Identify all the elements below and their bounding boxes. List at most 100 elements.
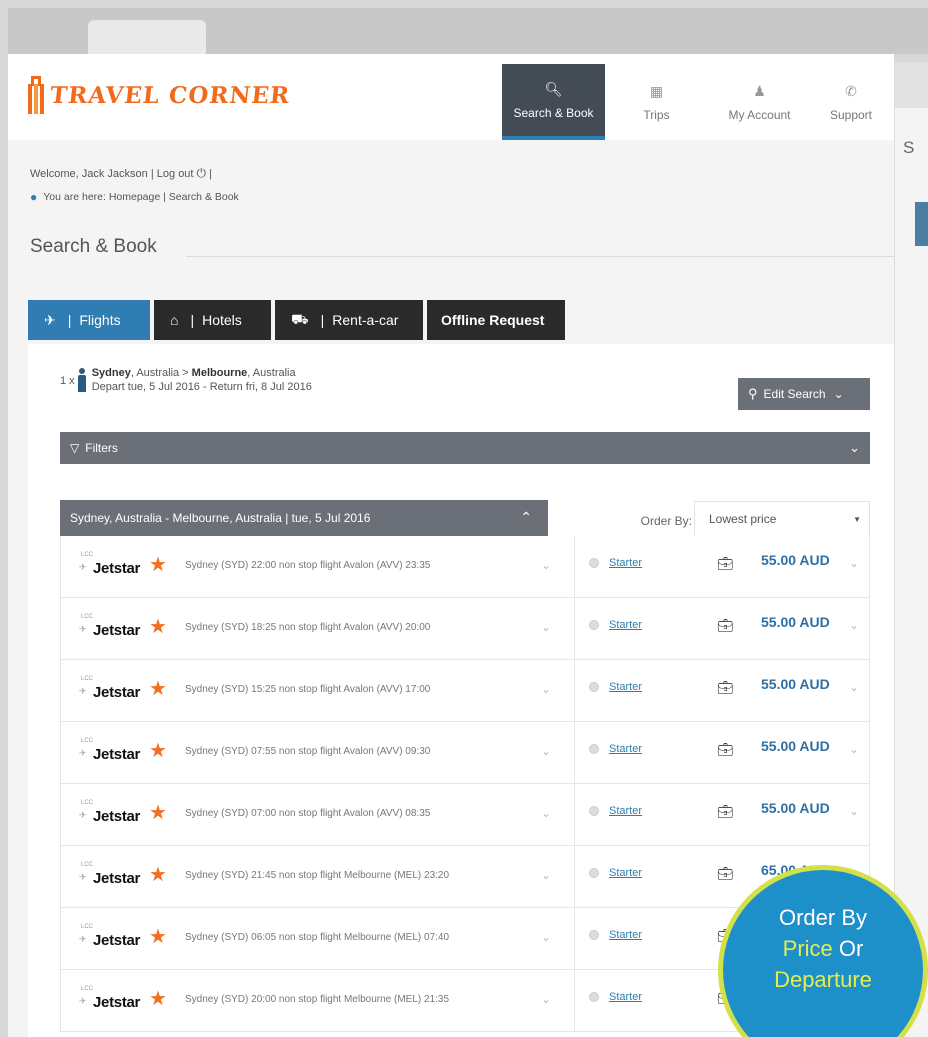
side-panel: S: [894, 62, 928, 1037]
filters-label: Filters: [85, 441, 118, 455]
chevron-down-icon[interactable]: ⌄: [849, 440, 860, 456]
lcc-label: LCC: [81, 924, 94, 930]
chevron-down-icon[interactable]: ⌄: [541, 558, 551, 572]
trip-dates: Depart tue, 5 Jul 2016 - Return fri, 8 J…: [91, 381, 312, 393]
chevron-down-icon[interactable]: ⌄: [541, 806, 551, 820]
nav-search-book[interactable]: 🔍︎ Search & Book: [502, 64, 605, 140]
fare-link[interactable]: Starter: [609, 867, 642, 879]
side-panel-letter: S: [903, 138, 915, 157]
tab-rent-a-car[interactable]: ⛟ | Rent-a-car: [275, 300, 423, 340]
chevron-down-icon[interactable]: ⌄: [849, 618, 859, 632]
star-icon: ★: [149, 864, 167, 886]
chevron-down-icon[interactable]: ⌄: [541, 744, 551, 758]
edit-search-button[interactable]: ⚲ Edit Search ⌄: [738, 378, 870, 410]
airline-name: Jetstar: [93, 560, 141, 577]
star-icon: ★: [149, 554, 167, 576]
price: 55.00 AUD: [761, 614, 830, 630]
browser-tab[interactable]: [88, 20, 206, 54]
car-icon: ⛟: [291, 310, 309, 327]
side-panel-button[interactable]: [915, 202, 928, 246]
fare-radio[interactable]: [589, 744, 599, 754]
chevron-down-icon[interactable]: ⌄: [849, 556, 859, 570]
fare-link[interactable]: Starter: [609, 991, 642, 1003]
fare-link[interactable]: Starter: [609, 805, 642, 817]
jetstar-logo: LCC ✈ Jetstar ★: [79, 800, 169, 830]
breadcrumb-text[interactable]: You are here: Homepage | Search & Book: [43, 191, 239, 203]
leg-header[interactable]: Sydney, Australia - Melbourne, Australia…: [60, 500, 548, 536]
fare-radio[interactable]: [589, 930, 599, 940]
logo[interactable]: TRAVEL CORNER: [28, 76, 292, 114]
fare-radio[interactable]: [589, 992, 599, 1002]
phone-icon: ✆: [845, 82, 857, 99]
to-city: Melbourne: [191, 367, 248, 379]
tab-label: Flights: [79, 312, 121, 328]
tab-hotels[interactable]: ⌂ | Hotels: [154, 300, 271, 340]
logout-link[interactable]: Log out: [157, 168, 194, 180]
fare-radio[interactable]: [589, 806, 599, 816]
search-icon: 🔍︎: [544, 80, 563, 97]
power-icon[interactable]: ⏻: [197, 166, 207, 180]
chevron-down-icon[interactable]: ⌄: [541, 930, 551, 944]
filters-bar[interactable]: ▽ Filters ⌄: [60, 432, 870, 464]
baggage-icon: 💼︎: [717, 866, 734, 881]
tab-flights[interactable]: ✈ | Flights: [28, 300, 150, 340]
chevron-down-icon[interactable]: ⌄: [849, 680, 859, 694]
flight-summary[interactable]: LCC ✈ Jetstar ★ Sydney (SYD) 07:00 non stop …: [61, 784, 575, 845]
fare-link[interactable]: Starter: [609, 681, 642, 693]
chevron-down-icon[interactable]: ⌄: [541, 868, 551, 882]
jetstar-logo: LCC ✈ Jetstar ★: [79, 552, 169, 582]
fare-radio[interactable]: [589, 620, 599, 630]
flight-summary[interactable]: LCC ✈ Jetstar ★ Sydney (SYD) 06:05 non stop …: [61, 908, 575, 969]
welcome-text: Welcome, Jack Jackson: [30, 168, 148, 180]
baggage-icon: 💼︎: [717, 618, 734, 633]
flight-row[interactable]: LCC ✈ Jetstar ★ Sydney (SYD) 22:00 non stop …: [60, 536, 870, 598]
flight-summary[interactable]: LCC ✈ Jetstar ★ Sydney (SYD) 22:00 non stop …: [61, 536, 575, 597]
chevron-up-icon[interactable]: ⌃: [520, 509, 532, 526]
order-by-select[interactable]: Lowest price ▼: [694, 501, 870, 537]
chevron-down-icon[interactable]: ⌄: [541, 620, 551, 634]
fare-link[interactable]: Starter: [609, 557, 642, 569]
star-icon: ★: [149, 926, 167, 948]
flight-summary[interactable]: LCC ✈ Jetstar ★ Sydney (SYD) 07:55 non stop …: [61, 722, 575, 783]
fare-radio[interactable]: [589, 682, 599, 692]
flight-row[interactable]: LCC ✈ Jetstar ★ Sydney (SYD) 07:00 non stop …: [60, 784, 870, 846]
filter-icon: ▽: [70, 441, 80, 455]
airline-name: Jetstar: [93, 808, 141, 825]
nav-trips[interactable]: ▦ Trips: [605, 64, 708, 140]
breadcrumb: ● You are here: Homepage | Search & Book: [30, 190, 239, 204]
tab-offline-request[interactable]: Offline Request: [427, 300, 565, 340]
star-icon: ★: [149, 678, 167, 700]
callout-departure: Departure: [774, 967, 872, 992]
plane-icon: ✈: [79, 996, 87, 1006]
flight-summary[interactable]: LCC ✈ Jetstar ★ Sydney (SYD) 18:25 non stop …: [61, 598, 575, 659]
fare-link[interactable]: Starter: [609, 619, 642, 631]
price: 55.00 AUD: [761, 738, 830, 754]
plane-icon: ✈: [79, 934, 87, 944]
fare-radio[interactable]: [589, 868, 599, 878]
flight-summary[interactable]: LCC ✈ Jetstar ★ Sydney (SYD) 15:25 non stop …: [61, 660, 575, 721]
fare-link[interactable]: Starter: [609, 929, 642, 941]
flight-info: Sydney (SYD) 07:00 non stop flight Avalo…: [185, 808, 431, 819]
nav-my-account[interactable]: ♟ My Account: [708, 64, 811, 140]
flight-summary[interactable]: LCC ✈ Jetstar ★ Sydney (SYD) 20:00 non stop …: [61, 970, 575, 1031]
flight-summary[interactable]: LCC ✈ Jetstar ★ Sydney (SYD) 21:45 non stop …: [61, 846, 575, 907]
lcc-label: LCC: [81, 986, 94, 992]
fare-radio[interactable]: [589, 558, 599, 568]
flight-row[interactable]: LCC ✈ Jetstar ★ Sydney (SYD) 07:55 non stop …: [60, 722, 870, 784]
baggage-icon: 💼︎: [717, 556, 734, 571]
star-icon: ★: [149, 740, 167, 762]
fare-link[interactable]: Starter: [609, 743, 642, 755]
lcc-label: LCC: [81, 862, 94, 868]
chevron-down-icon[interactable]: ⌄: [541, 682, 551, 696]
plane-icon: ✈: [79, 810, 87, 820]
flight-row[interactable]: LCC ✈ Jetstar ★ Sydney (SYD) 15:25 non stop …: [60, 660, 870, 722]
flight-row[interactable]: LCC ✈ Jetstar ★ Sydney (SYD) 18:25 non stop …: [60, 598, 870, 660]
star-icon: ★: [149, 802, 167, 824]
chevron-down-icon[interactable]: ⌄: [849, 742, 859, 756]
nav-support[interactable]: ✆ Support: [811, 64, 891, 140]
chevron-down-icon[interactable]: ⌄: [849, 804, 859, 818]
edit-search-label: Edit Search: [763, 387, 826, 401]
chevron-down-icon[interactable]: ⌄: [541, 992, 551, 1006]
airline-name: Jetstar: [93, 932, 141, 949]
airline-name: Jetstar: [93, 994, 141, 1011]
